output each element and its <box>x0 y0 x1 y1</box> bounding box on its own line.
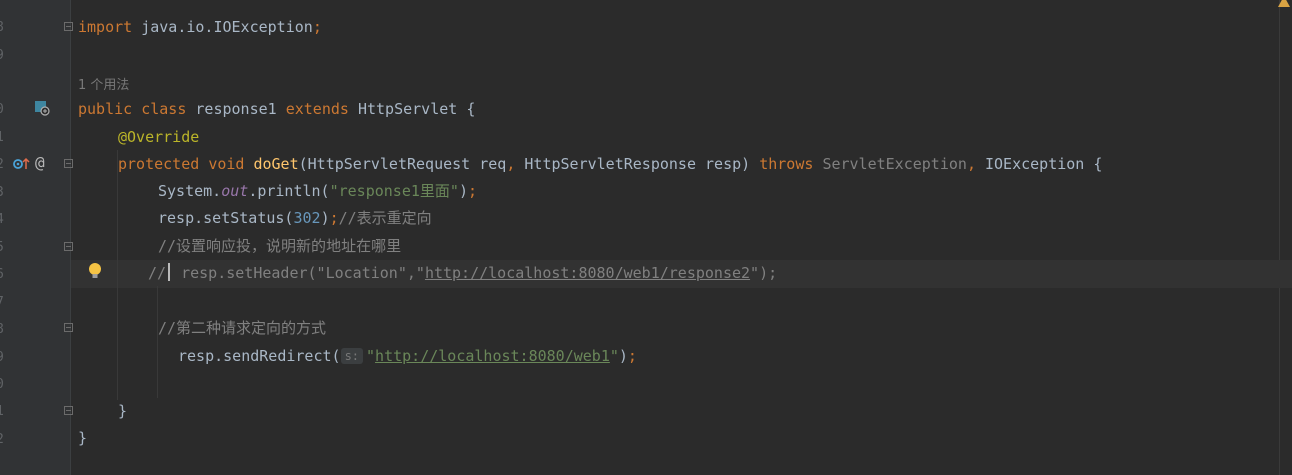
code-line-setstatus[interactable]: resp.setStatus(302);//表示重定向 <box>158 205 432 232</box>
line-number: 0 <box>0 377 8 392</box>
code-line-class-close[interactable]: } <box>78 425 87 452</box>
string-quote: " <box>366 347 376 365</box>
code-text: IOException { <box>975 155 1103 173</box>
keyword: extends <box>285 100 349 118</box>
comment-slashes: // <box>148 264 167 282</box>
closing-brace: } <box>118 402 128 420</box>
line-number: 4 <box>0 212 8 227</box>
line-number: 7 <box>0 295 8 310</box>
line-number: 6 <box>0 267 8 282</box>
code-text: (HttpServletRequest req <box>298 155 507 173</box>
line-number: 2 <box>0 157 8 172</box>
line-number: 1 <box>0 130 8 145</box>
closing-brace: } <box>78 429 88 447</box>
line-number: 3 <box>0 185 8 200</box>
editor-right-edge <box>1279 0 1280 475</box>
comment: //设置响应投，说明新的地址在哪里 <box>158 237 402 255</box>
line-number: 8 <box>0 20 8 35</box>
code-line-setheader[interactable]: // resp.setHeader("Location","http://loc… <box>148 260 777 287</box>
code-line-println[interactable]: System.out.println("response1里面"); <box>158 178 477 205</box>
comment: //表示重定向 <box>338 209 432 227</box>
code-text: resp.setStatus( <box>158 209 294 227</box>
line-number: 1 <box>0 404 8 419</box>
fold-marker[interactable] <box>64 406 73 415</box>
code-line-sendredirect[interactable]: resp.sendRedirect(s: "http://localhost:80… <box>178 343 637 370</box>
keyword: public <box>78 100 133 118</box>
code-line-comment[interactable]: //第二种请求定向的方式 <box>158 315 326 342</box>
line-number: 9 <box>0 350 8 365</box>
string-literal: "response1里面" <box>329 182 459 200</box>
line-number: 0 <box>0 102 8 117</box>
method-name: doGet <box>253 155 299 173</box>
keyword: throws <box>759 155 814 173</box>
at-annotation-icon[interactable]: @ <box>35 153 45 172</box>
code-line-comment[interactable]: //设置响应投，说明新的地址在哪里 <box>158 233 401 260</box>
keyword: protected <box>118 155 200 173</box>
url-link[interactable]: http://localhost:8080/web1 <box>375 347 610 365</box>
parameter-hint: s: <box>340 348 364 364</box>
url-link[interactable]: http://localhost:8080/web1/response2 <box>425 264 750 282</box>
indent-guide <box>157 286 158 398</box>
line-gutter <box>0 0 71 475</box>
fold-marker[interactable] <box>64 323 73 332</box>
exception-name: ServletException <box>822 155 967 173</box>
line-number: 8 <box>0 322 8 337</box>
code-text: .println( <box>248 182 330 200</box>
lightbulb-icon[interactable] <box>88 262 102 284</box>
comment: "); <box>750 264 778 282</box>
fold-marker[interactable] <box>64 22 73 31</box>
line-number: 5 <box>0 240 8 255</box>
line-number: 9 <box>0 48 8 63</box>
servlet-class-icon[interactable] <box>34 100 50 120</box>
semicolon: ; <box>329 209 339 227</box>
code-line-import[interactable]: import java.io.IOException; <box>78 14 322 41</box>
code-text: System. <box>158 182 222 200</box>
override-method-icon[interactable] <box>12 155 30 175</box>
comma: , <box>966 155 976 173</box>
usage-hint[interactable]: 1 个用法 <box>78 74 129 93</box>
code-text: ) <box>320 209 330 227</box>
semicolon: ; <box>312 18 322 36</box>
code-line-class[interactable]: public class response1 extends HttpServl… <box>78 96 475 123</box>
indent-guide <box>117 150 118 400</box>
code-text: HttpServlet { <box>348 100 476 118</box>
code-text: java.io.IOException <box>132 18 313 36</box>
code-line-method-close[interactable]: } <box>118 398 127 425</box>
comment: //第二种请求定向的方式 <box>158 319 327 337</box>
code-line-method[interactable]: protected void doGet(HttpServletRequest … <box>118 151 1102 178</box>
keyword: void <box>208 155 245 173</box>
warning-icon[interactable] <box>1278 0 1290 7</box>
number-literal: 302 <box>293 209 321 227</box>
comment: resp.setHeader("Location"," <box>172 264 425 282</box>
code-text: ) <box>458 182 468 200</box>
annotation: @Override <box>118 128 200 146</box>
code-text: resp.sendRedirect( <box>178 347 341 365</box>
semicolon: ; <box>467 182 477 200</box>
code-line-annotation[interactable]: @Override <box>118 124 199 151</box>
code-text: ) <box>618 347 628 365</box>
semicolon: ; <box>627 347 637 365</box>
string-quote: " <box>609 347 619 365</box>
code-text: HttpServletResponse resp) <box>515 155 751 173</box>
line-number: 2 <box>0 432 8 447</box>
text-caret <box>168 263 171 281</box>
keyword: import <box>78 18 133 36</box>
field-out: out <box>221 182 249 200</box>
fold-marker[interactable] <box>64 242 73 251</box>
keyword: class <box>141 100 187 118</box>
class-name: response1 <box>186 100 286 118</box>
fold-marker[interactable] <box>64 159 73 168</box>
